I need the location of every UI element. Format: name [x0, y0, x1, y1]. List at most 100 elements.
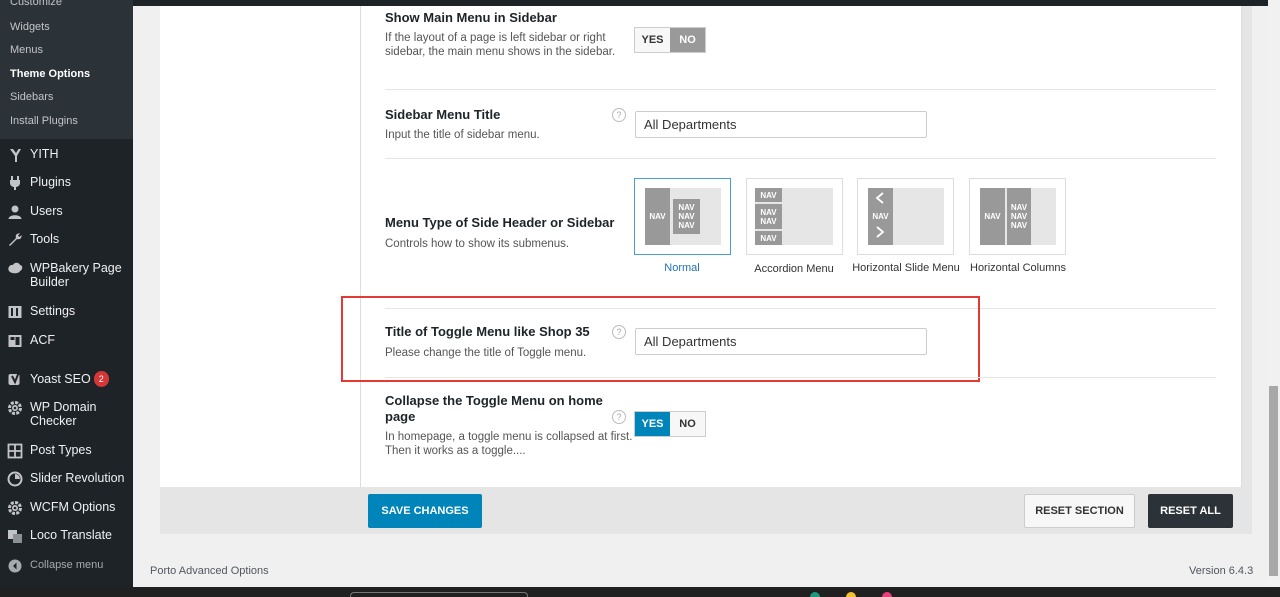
- menu-type-horizontal-columns-caption: Horizontal Columns: [970, 262, 1066, 274]
- options-section-nav: [160, 6, 360, 487]
- sidebar-item-wp-domain-checker[interactable]: WP Domain Checker: [0, 400, 133, 428]
- taskbar-app-icon[interactable]: [810, 592, 820, 597]
- os-taskbar: [0, 587, 1280, 597]
- divider: [385, 158, 1216, 159]
- nav-submenu-block: NAV NAV NAV: [1007, 188, 1031, 245]
- reset-all-button[interactable]: RESET ALL: [1148, 494, 1233, 528]
- toggle-no[interactable]: NO: [670, 28, 705, 52]
- admin-sidebar: Customize Widgets Menus Theme Options Si…: [0, 0, 133, 587]
- sidebar-item-label: Post Types: [30, 443, 92, 457]
- nav-block: NAV: [755, 188, 782, 202]
- nav-submenu-block: NAV NAV NAV: [673, 199, 700, 234]
- divider: [385, 377, 1216, 378]
- sidebar-item-label: Slider Revolution: [30, 471, 125, 485]
- sidebar-item-settings[interactable]: Settings: [0, 304, 133, 320]
- submenu-item-customize[interactable]: Customize: [10, 0, 62, 8]
- wrench-icon: [0, 232, 30, 248]
- sidebar-item-post-types[interactable]: Post Types: [0, 443, 133, 459]
- sidebar-item-label: ACF: [30, 333, 55, 347]
- option-desc-menu-type: Controls how to show its submenus.: [385, 238, 570, 250]
- sidebar-item-users[interactable]: Users: [0, 204, 133, 220]
- option-title-sidebar-menu: Sidebar Menu Title: [385, 107, 501, 122]
- menu-type-horizontal-columns-option[interactable]: NAV NAV NAV NAV: [969, 178, 1066, 255]
- users-icon: [0, 204, 30, 220]
- slider-icon: [0, 471, 30, 487]
- option-title-main-menu-sidebar: Show Main Menu in Sidebar: [385, 10, 557, 25]
- help-icon[interactable]: ?: [612, 410, 626, 424]
- sidebar-item-loco-translate[interactable]: Loco Translate: [0, 528, 133, 544]
- footer-text: Porto Advanced Options: [150, 565, 269, 577]
- taskbar-app-icon[interactable]: [846, 592, 856, 597]
- toggle-yes[interactable]: YES: [635, 28, 670, 52]
- option-desc-main-menu-sidebar: If the layout of a page is left sidebar …: [385, 32, 616, 58]
- collapse-menu-button[interactable]: Collapse menu: [0, 558, 133, 574]
- nav-block: NAV: [645, 188, 670, 245]
- wpbakery-icon: [0, 261, 30, 277]
- sidebar-item-label: WP Domain Checker: [30, 400, 97, 428]
- save-changes-button[interactable]: SAVE CHANGES: [368, 494, 482, 528]
- toggle-no[interactable]: NO: [670, 412, 705, 436]
- sidebar-item-plugins[interactable]: Plugins: [0, 175, 133, 191]
- notification-badge: 2: [93, 371, 109, 387]
- collapse-toggle-switch[interactable]: YES NO: [634, 411, 706, 437]
- menu-type-normal-option[interactable]: NAV NAV NAV NAV: [634, 178, 731, 255]
- sidebar-menu-title-input[interactable]: [635, 111, 927, 138]
- nav-block: NAV: [755, 231, 782, 245]
- collapse-arrow-icon: [0, 558, 30, 574]
- reset-section-button[interactable]: RESET SECTION: [1024, 494, 1135, 528]
- sidebar-item-label: WPBakery Page Builder: [30, 261, 122, 289]
- menu-type-accordion-caption: Accordion Menu: [754, 263, 834, 275]
- sidebar-item-label: Loco Translate: [30, 528, 112, 542]
- highlight-annotation-box: [341, 296, 980, 382]
- sidebar-item-label: Settings: [30, 304, 76, 318]
- taskbar-app-icon[interactable]: [882, 592, 892, 597]
- sidebar-item-tools[interactable]: Tools: [0, 232, 133, 248]
- help-icon[interactable]: ?: [612, 108, 626, 122]
- gear-icon: [0, 400, 30, 416]
- version-text: Version 6.4.3: [1189, 565, 1254, 577]
- menu-type-normal-caption: Normal: [664, 262, 700, 274]
- main-menu-sidebar-toggle[interactable]: YES NO: [634, 27, 706, 53]
- submenu-item-menus[interactable]: Menus: [10, 44, 43, 56]
- chevron-left-icon: [875, 192, 884, 204]
- sidebar-item-label: WCFM Options: [30, 500, 116, 514]
- submenu-item-sidebars[interactable]: Sidebars: [10, 91, 53, 103]
- gear-icon: [0, 500, 30, 516]
- taskbar-search[interactable]: [350, 592, 528, 597]
- menu-type-horizontal-slide-caption: Horizontal Slide Menu: [852, 262, 960, 274]
- sidebar-item-wpbakery[interactable]: WPBakery Page Builder: [0, 261, 133, 289]
- sidebar-item-label: Yoast SEO: [30, 372, 91, 386]
- submenu-item-widgets[interactable]: Widgets: [10, 21, 50, 33]
- nav-block: NAV: [980, 188, 1005, 245]
- yith-icon: [0, 147, 30, 163]
- sidebar-item-label: YITH: [30, 147, 59, 161]
- appearance-submenu: Customize Widgets Menus Theme Options Si…: [0, 0, 133, 139]
- scrollbar-thumb[interactable]: [1269, 386, 1278, 576]
- sidebar-item-acf[interactable]: ACF: [0, 333, 133, 349]
- sidebar-item-label: Tools: [30, 232, 60, 246]
- menu-type-accordion-option[interactable]: NAV NAV NAV NAV: [746, 178, 843, 255]
- divider: [385, 89, 1216, 90]
- acf-icon: [0, 333, 30, 349]
- plugin-icon: [0, 175, 30, 191]
- collapse-menu-label: Collapse menu: [30, 559, 104, 571]
- settings-icon: [0, 304, 30, 320]
- translate-icon: [0, 528, 30, 544]
- sidebar-item-label: Users: [30, 204, 63, 218]
- sidebar-item-label: Plugins: [30, 175, 71, 189]
- chevron-right-icon: [876, 226, 885, 238]
- sidebar-item-wcfm-options[interactable]: WCFM Options: [0, 500, 133, 516]
- page-scrollbar[interactable]: [1268, 0, 1280, 587]
- sidebar-item-yoast-seo[interactable]: Yoast SEO 2: [0, 371, 133, 387]
- yoast-icon: [0, 371, 30, 387]
- sidebar-item-yith[interactable]: YITH: [0, 147, 133, 163]
- sidebar-item-slider-revolution[interactable]: Slider Revolution: [0, 471, 133, 487]
- option-desc-collapse-toggle: In homepage, a toggle menu is collapsed …: [385, 431, 633, 457]
- submenu-item-theme-options[interactable]: Theme Options: [10, 68, 90, 80]
- nav-submenu-block: NAV NAV: [755, 204, 782, 229]
- toggle-yes[interactable]: YES: [635, 412, 670, 436]
- menu-type-horizontal-slide-option[interactable]: NAV: [857, 178, 954, 255]
- grid-icon: [0, 443, 30, 459]
- submenu-item-install-plugins[interactable]: Install Plugins: [10, 115, 78, 127]
- option-title-collapse-toggle: Collapse the Toggle Menu on home page: [385, 393, 603, 424]
